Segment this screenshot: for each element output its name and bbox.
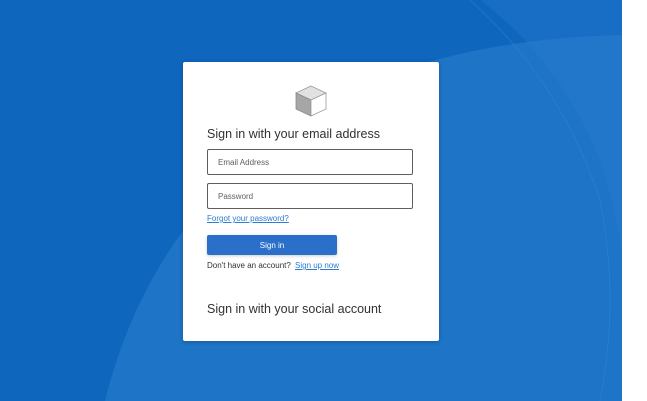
cube-icon	[293, 83, 329, 119]
forgot-password-link[interactable]: Forgot your password?	[207, 214, 289, 223]
signup-link[interactable]: Sign up now	[295, 261, 339, 270]
signin-button[interactable]: Sign in	[207, 235, 337, 255]
password-field[interactable]	[207, 183, 413, 209]
email-field[interactable]	[207, 149, 413, 175]
no-account-text: Don't have an account?	[207, 261, 291, 270]
social-heading: Sign in with your social account	[207, 302, 382, 316]
signin-heading: Sign in with your email address	[207, 127, 380, 141]
signin-card: Sign in with your email address Forgot y…	[183, 62, 439, 341]
